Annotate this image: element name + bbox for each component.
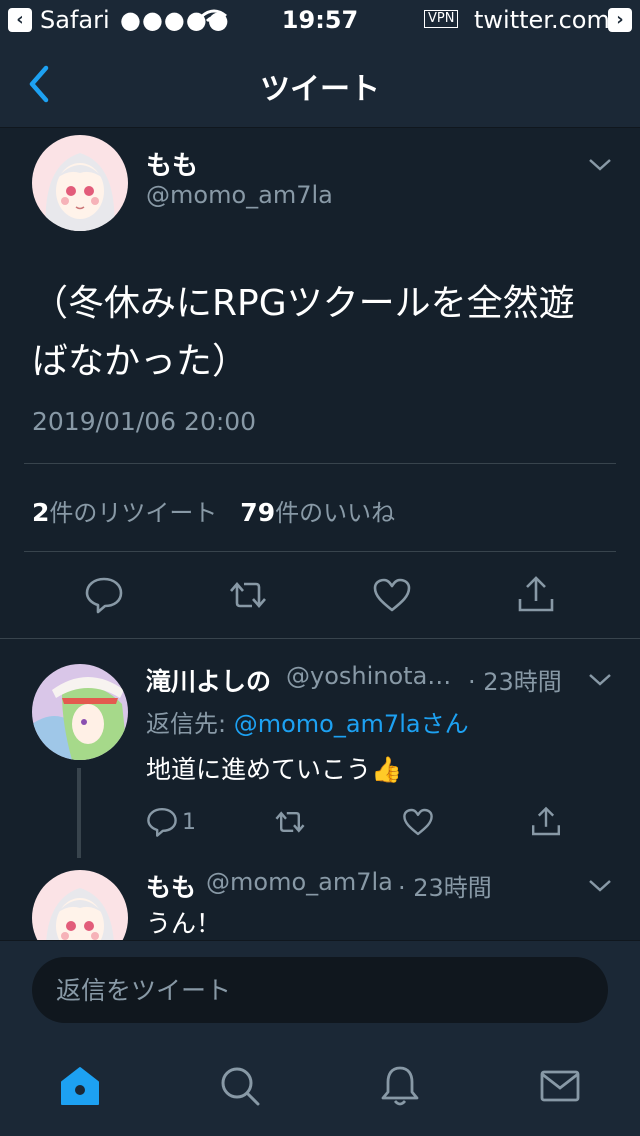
like-label: 件のいいね: [275, 499, 396, 527]
author-handle[interactable]: @momo_am7la: [206, 868, 393, 896]
status-domain: twitter.com: [474, 6, 610, 34]
avatar[interactable]: [32, 664, 128, 760]
share-icon[interactable]: [516, 575, 556, 615]
reply-icon[interactable]: [84, 575, 124, 615]
heart-icon[interactable]: [372, 575, 412, 615]
reply-tweet[interactable]: もも @momo_am7la · 23時間 うん！: [0, 862, 640, 940]
page-title: ツイート: [260, 72, 380, 107]
divider: [24, 463, 616, 464]
like-stat[interactable]: 79件のいいね: [240, 498, 396, 527]
reply-time: · 23時間: [398, 874, 492, 902]
chevron-down-icon[interactable]: [586, 670, 614, 690]
reply-tweet[interactable]: 滝川よしの @yoshinota… · 23時間 返信先: @momo_am7l…: [0, 640, 640, 870]
reply-time: · 23時間: [468, 668, 562, 696]
status-bar: ‹ Safari ●●●●● 19:57 VPN twitter.com ›: [0, 0, 640, 40]
retweet-label: 件のリツイート: [49, 499, 218, 527]
like-count: 79: [240, 498, 276, 527]
chevron-down-icon[interactable]: [586, 876, 614, 896]
tweet-date: 2019/01/06 20:00: [32, 407, 257, 436]
reply-input[interactable]: [32, 957, 608, 1023]
thread-line: [77, 768, 81, 858]
nav-bar: ツイート: [0, 40, 640, 128]
author-name[interactable]: 滝川よしの: [146, 662, 271, 698]
retweet-stat[interactable]: 2件のリツイート: [32, 498, 218, 527]
tweet-stats: 2件のリツイート 79件のいいね: [32, 493, 395, 528]
reply-to: 返信先: @momo_am7laさん: [146, 704, 469, 739]
tweet-text: （冬休みにRPGツクールを全然遊ばなかった）: [32, 283, 575, 382]
divider: [24, 551, 616, 552]
retweet-count: 2: [32, 498, 50, 527]
reply-count: 1: [182, 810, 196, 835]
tab-bar: [0, 1036, 640, 1136]
author-handle[interactable]: @yoshinota…: [286, 662, 451, 690]
reply-text: 地道に進めていこう👍: [146, 755, 403, 784]
reply-to-link[interactable]: @momo_am7laさん: [234, 710, 469, 738]
reply-to-label: 返信先:: [146, 710, 234, 738]
chevron-down-icon[interactable]: [586, 155, 614, 175]
retweet-icon[interactable]: [228, 575, 268, 615]
author-name[interactable]: もも: [146, 868, 196, 904]
avatar[interactable]: [32, 870, 128, 940]
author-handle[interactable]: @momo_am7la: [146, 181, 333, 209]
forward-icon[interactable]: ›: [608, 8, 632, 32]
compose-bar: [0, 940, 640, 1036]
reply-text: うん！: [146, 909, 222, 938]
vpn-badge: VPN: [424, 10, 459, 28]
bell-icon[interactable]: [378, 1064, 422, 1108]
home-icon[interactable]: [58, 1064, 102, 1108]
avatar[interactable]: [32, 135, 128, 231]
mail-icon[interactable]: [538, 1064, 582, 1108]
main-tweet: もも @momo_am7la （冬休みにRPGツクールを全然遊ばなかった） 20…: [0, 129, 640, 639]
heart-icon[interactable]: [402, 806, 434, 838]
author-name[interactable]: もも: [146, 145, 198, 182]
search-icon[interactable]: [218, 1064, 262, 1108]
share-icon[interactable]: [530, 806, 562, 838]
reply-icon[interactable]: [146, 806, 178, 838]
retweet-icon[interactable]: [274, 806, 306, 838]
